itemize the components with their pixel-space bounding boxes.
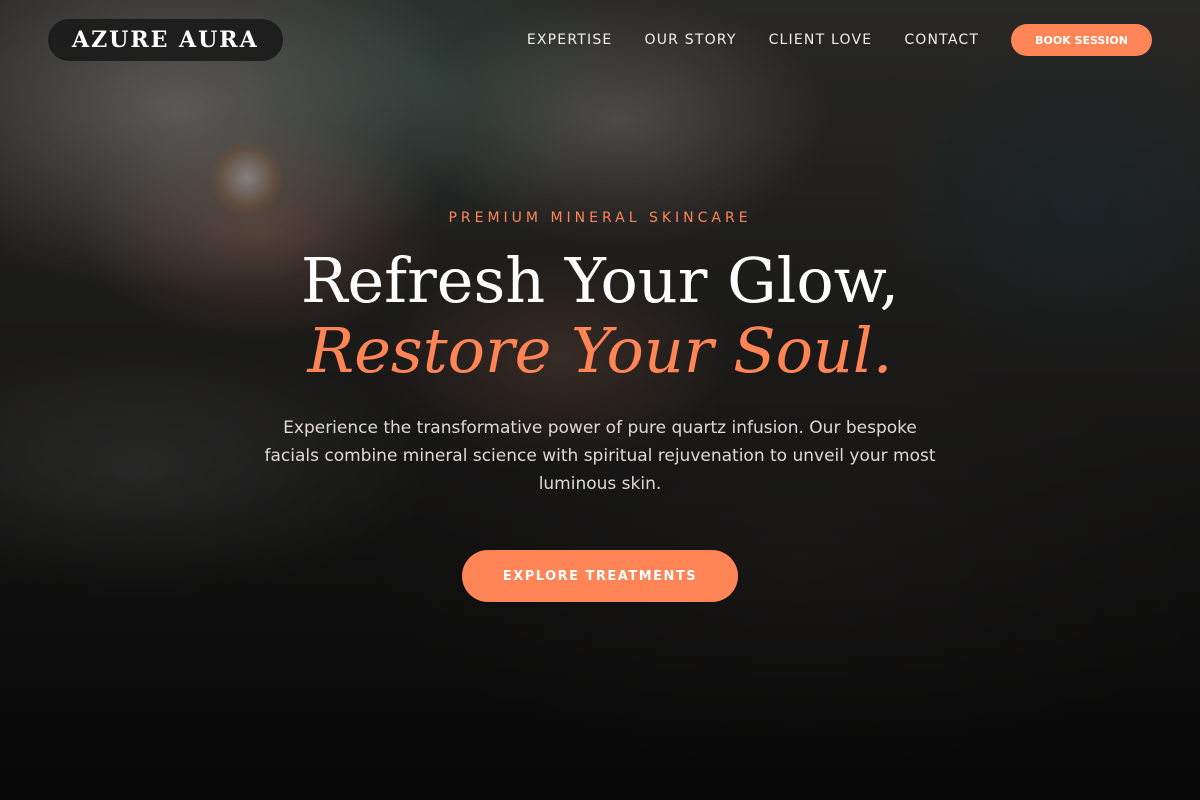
nav-link-expertise[interactable]: EXPERTISE: [527, 32, 613, 48]
explore-treatments-button[interactable]: EXPLORE TREATMENTS: [462, 550, 738, 602]
hero-headline-line2: Restore Your Soul.: [307, 314, 893, 387]
hero-headline: Refresh Your Glow, Restore Your Soul.: [301, 246, 899, 386]
main-nav: EXPERTISE OUR STORY CLIENT LOVE CONTACT …: [527, 24, 1152, 56]
hero-section: PREMIUM MINERAL SKINCARE Refresh Your Gl…: [0, 200, 1200, 602]
nav-link-contact[interactable]: CONTACT: [904, 32, 979, 48]
book-session-button[interactable]: BOOK SESSION: [1011, 24, 1152, 56]
site-header: AZURE AURA EXPERTISE OUR STORY CLIENT LO…: [0, 0, 1200, 80]
nav-link-client-love[interactable]: CLIENT LOVE: [769, 32, 873, 48]
hero-eyebrow: PREMIUM MINERAL SKINCARE: [448, 210, 752, 226]
brand-logo[interactable]: AZURE AURA: [48, 19, 283, 61]
hero-headline-line1: Refresh Your Glow,: [300, 244, 900, 317]
hero-description: Experience the transformative power of p…: [264, 418, 936, 494]
nav-link-our-story[interactable]: OUR STORY: [644, 32, 736, 48]
